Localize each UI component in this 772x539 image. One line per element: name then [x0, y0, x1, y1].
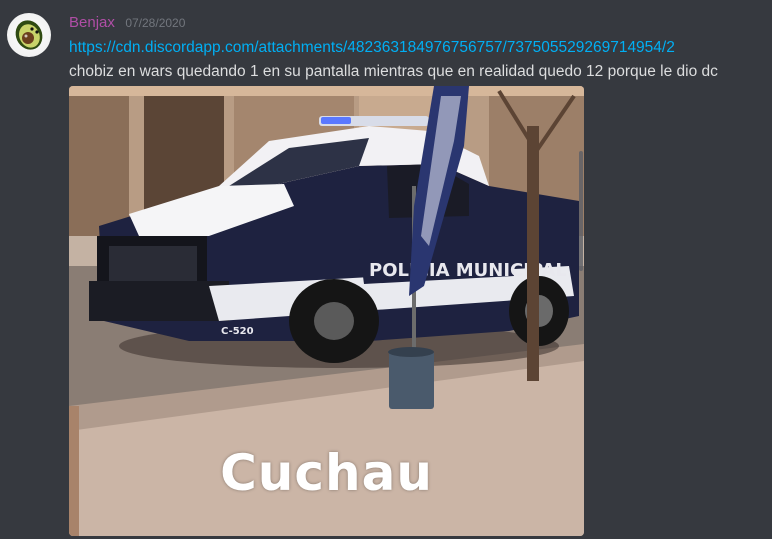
truck-unit-number: C-520 [221, 326, 254, 337]
user-avatar[interactable] [7, 13, 51, 57]
attachment-link[interactable]: https://cdn.discordapp.com/attachments/4… [69, 38, 675, 58]
avocado-icon [15, 20, 43, 50]
timestamp: 07/28/2020 [125, 16, 186, 30]
chat-message: Benjax 07/28/2020 https://cdn.discordapp… [0, 0, 772, 539]
message-text: chobiz en wars quedando 1 en su pantalla… [69, 63, 718, 80]
police-truck-photo: POLICIA MUNICIPAL C-520 [69, 86, 584, 536]
image-attachment[interactable]: POLICIA MUNICIPAL C-520 Cuchau [69, 86, 584, 536]
message-header: Benjax 07/28/2020 [69, 14, 185, 32]
username[interactable]: Benjax [69, 14, 115, 31]
